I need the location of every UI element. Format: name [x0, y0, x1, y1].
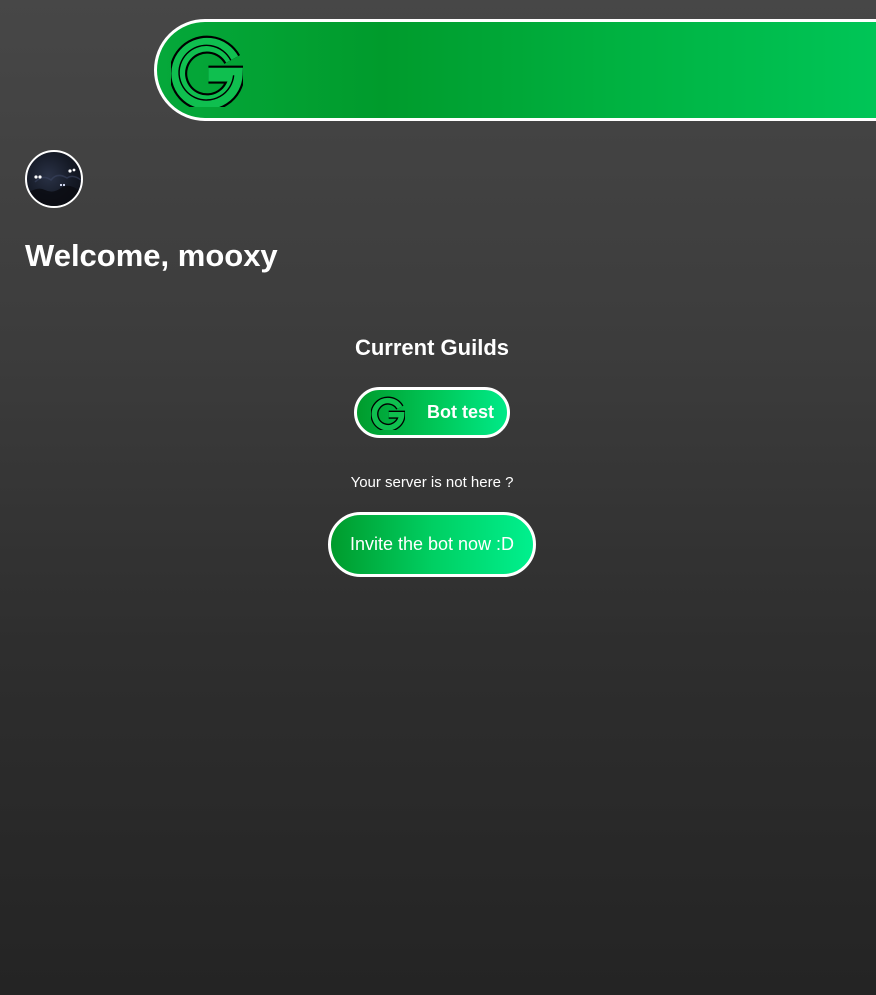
invite-bot-button[interactable]: Invite the bot now :D [328, 512, 536, 577]
g-logo-icon[interactable] [171, 35, 243, 107]
guild-item-bot-test[interactable]: Bot test [354, 387, 510, 438]
user-avatar[interactable] [25, 150, 83, 208]
avatar-image [27, 168, 81, 206]
welcome-heading: Welcome, mooxy [25, 238, 278, 273]
header-banner [154, 19, 876, 121]
guild-name: Bot test [427, 402, 494, 422]
guilds-title: Current Guilds [354, 335, 509, 360]
g-logo-icon [371, 396, 405, 430]
server-missing-notice: Your server is not here ? [350, 474, 514, 491]
